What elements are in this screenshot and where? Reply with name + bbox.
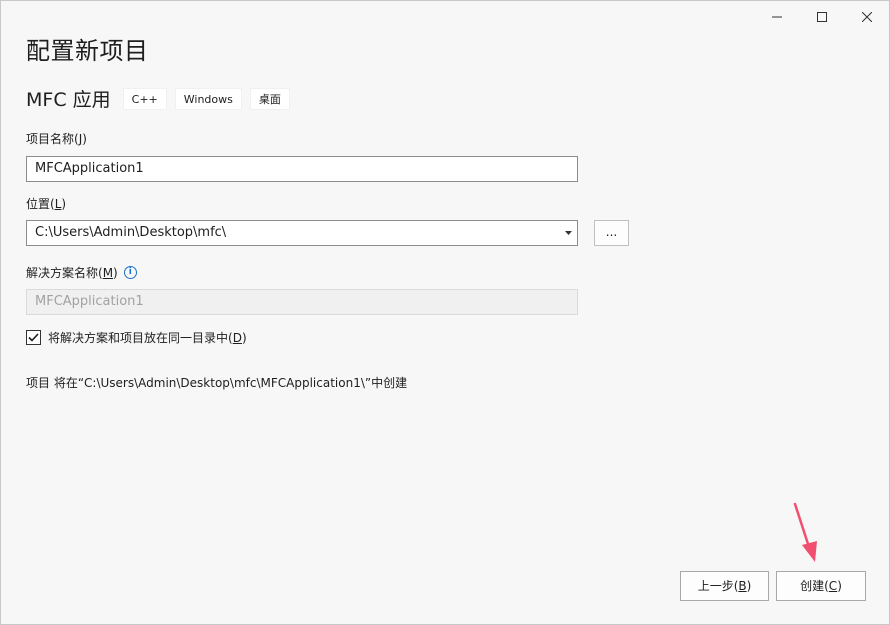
maximize-button[interactable]	[799, 1, 844, 33]
same-directory-option[interactable]: 将解决方案和项目放在同一目录中(D)	[26, 329, 247, 346]
tag-project-type: 桌面	[249, 87, 290, 110]
close-icon	[861, 12, 872, 22]
checkmark-icon	[28, 333, 39, 342]
location-value: C:\Users\Admin\Desktop\mfc\	[35, 225, 227, 240]
dialog-window: 配置新项目 MFC 应用 C++ Windows 桌面 项目名称(J) MFCA…	[0, 0, 890, 625]
back-button[interactable]: 上一步(B)	[680, 571, 769, 601]
minimize-button[interactable]	[754, 1, 799, 33]
solution-name-input: MFCApplication1	[26, 289, 578, 315]
tag-language: C++	[122, 87, 167, 110]
minimize-icon	[771, 16, 782, 18]
app-type-row: MFC 应用 C++ Windows 桌面	[26, 85, 298, 112]
location-label: 位置(L)	[26, 197, 67, 211]
same-directory-label: 将解决方案和项目放在同一目录中(D)	[48, 331, 247, 345]
close-button[interactable]	[844, 1, 889, 33]
create-button[interactable]: 创建(C)	[776, 571, 866, 601]
chevron-down-icon	[565, 231, 572, 235]
location-combobox[interactable]: C:\Users\Admin\Desktop\mfc\	[26, 220, 578, 246]
page-title: 配置新项目	[26, 37, 149, 65]
info-icon[interactable]: i	[123, 266, 137, 279]
app-name: MFC 应用	[26, 89, 111, 111]
same-directory-checkbox[interactable]	[26, 330, 41, 345]
annotation-arrow-icon	[793, 502, 817, 562]
tag-platform: Windows	[174, 87, 242, 110]
solution-name-label: 解决方案名称(M) i	[26, 264, 137, 281]
project-name-label: 项目名称(J)	[26, 132, 87, 146]
window-controls	[754, 1, 889, 33]
browse-button[interactable]: ...	[594, 220, 629, 246]
maximize-icon	[816, 12, 827, 22]
creation-path-summary: 项目 将在“C:\Users\Admin\Desktop\mfc\MFCAppl…	[26, 376, 408, 390]
project-name-input[interactable]: MFCApplication1	[26, 156, 578, 182]
